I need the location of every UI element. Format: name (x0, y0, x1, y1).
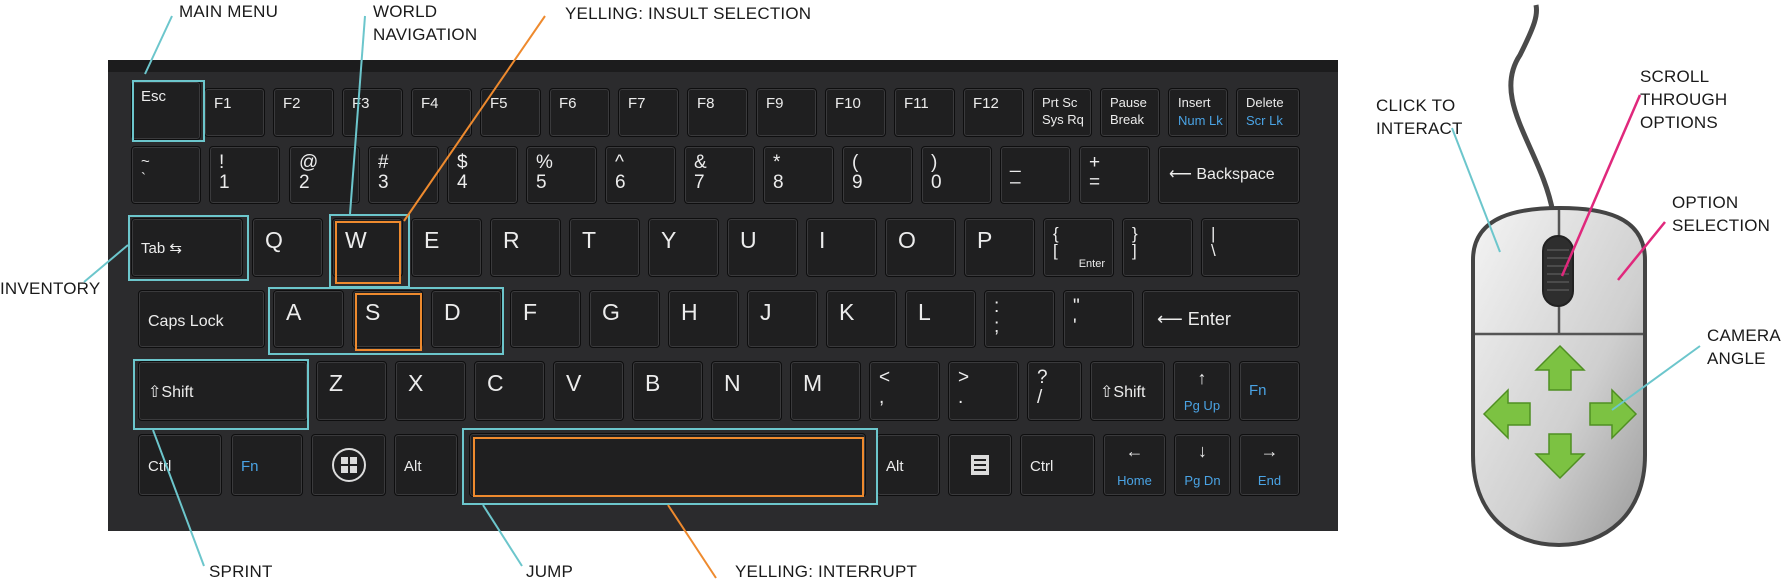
leader-lines (83, 15, 1701, 579)
label-world-navigation: WORLD NAVIGATION (373, 0, 477, 46)
label-click-line1: CLICK TO (1376, 96, 1456, 115)
label-yelling-interrupt: YELLING: INTERRUPT (735, 562, 918, 581)
label-scroll-line1: SCROLL (1640, 67, 1710, 86)
label-camera-angle: CAMERA ANGLE (1707, 324, 1781, 370)
label-camera-line1: CAMERA (1707, 326, 1781, 345)
label-yelling-insult: YELLING: INSULT SELECTION (565, 4, 812, 23)
label-sprint: SPRINT (209, 562, 273, 581)
label-jump: JUMP (526, 562, 574, 581)
label-world-line1: WORLD (373, 2, 438, 21)
label-main-menu: MAIN MENU (179, 2, 279, 21)
label-click-to-interact: CLICK TO INTERACT (1376, 94, 1463, 140)
label-world-line2: NAVIGATION (373, 25, 478, 44)
label-scroll-line2: THROUGH (1640, 90, 1728, 109)
label-option-line2: SELECTION (1672, 216, 1771, 235)
label-option-selection: OPTION SELECTION (1672, 191, 1770, 237)
label-option-line1: OPTION (1672, 193, 1739, 212)
label-inventory: INVENTORY (0, 279, 101, 298)
label-scroll-line3: OPTIONS (1640, 113, 1718, 132)
label-scroll-options: SCROLL THROUGH OPTIONS (1640, 65, 1727, 134)
label-click-line2: INTERACT (1376, 119, 1463, 138)
label-camera-line2: ANGLE (1707, 349, 1766, 368)
